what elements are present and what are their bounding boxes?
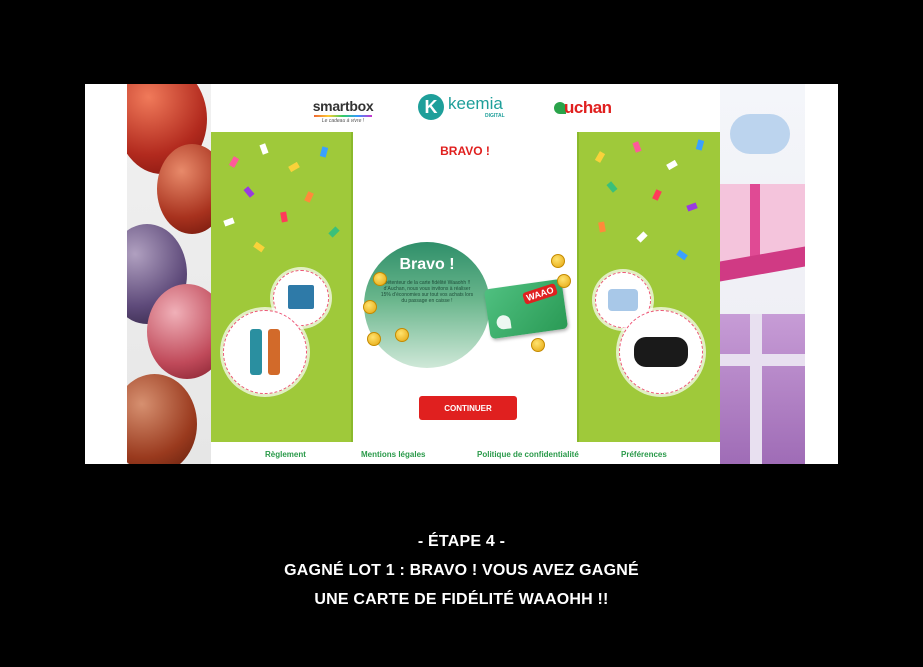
loyalty-card: WAAO: [483, 278, 569, 340]
footer-link-confidentialite[interactable]: Politique de confidentialité: [477, 450, 579, 459]
keemia-k-icon: K: [418, 94, 444, 120]
bravo-badge-title: Bravo !: [399, 256, 455, 273]
thermos-prize: [223, 310, 307, 394]
balloon-image: [127, 84, 211, 464]
coin-icon: [551, 254, 565, 268]
footer-link-mentions[interactable]: Mentions légales: [361, 450, 425, 459]
smartbox-name: smartbox: [312, 98, 374, 114]
site-footer: Règlement Mentions légales Politique de …: [211, 442, 720, 464]
site-header: smartbox Le cadeau à vivre ! K keemia DI…: [211, 84, 720, 133]
left-prize-panel: [211, 132, 351, 442]
coin-icon: [363, 300, 377, 314]
coin-icon: [557, 274, 571, 288]
keemia-sub: DIGITAL: [485, 113, 505, 119]
footer-link-preferences[interactable]: Préférences: [621, 450, 667, 459]
coin-icon: [531, 338, 545, 352]
coin-icon: [373, 272, 387, 286]
app-screen: smartbox Le cadeau à vivre ! K keemia DI…: [85, 84, 838, 464]
continue-button[interactable]: CONTINUER: [419, 396, 517, 420]
keemia-name: keemia: [448, 94, 503, 113]
bravo-badge: Bravo ! Détenteur de la carte fidélité W…: [364, 242, 490, 368]
step-caption-line1: - ÉTAPE 4 -: [417, 533, 506, 550]
auchan-logo[interactable]: uchan: [554, 98, 612, 118]
auchan-name: uchan: [564, 98, 612, 117]
coin-icon: [395, 328, 409, 342]
smartbox-logo[interactable]: smartbox Le cadeau à vivre !: [308, 98, 378, 124]
footer-link-reglement[interactable]: Règlement: [265, 450, 306, 459]
step-caption-line2: GAGNÉ LOT 1 : BRAVO ! VOUS AVEZ GAGNÉ: [284, 562, 639, 579]
coin-icon: [367, 332, 381, 346]
smartbox-tagline: Le cadeau à vivre !: [321, 118, 365, 124]
gift-box-image: [720, 84, 805, 464]
speaker-prize: [619, 310, 703, 394]
auchan-bird-icon: [495, 314, 512, 331]
step-caption-line3: UNE CARTE DE FIDÉLITÉ WAAOHH !!: [314, 591, 609, 608]
smartbox-rainbow-bar: [314, 115, 372, 117]
result-title: BRAVO !: [440, 144, 490, 158]
result-panel: BRAVO ! Bravo ! Détenteur de la carte fi…: [351, 132, 579, 442]
bravo-badge-text: Détenteur de la carte fidélité Waaohh !!…: [380, 280, 474, 304]
keemia-logo[interactable]: K keemia DIGITAL: [418, 94, 518, 124]
waaohh-logo: WAAO: [522, 282, 559, 305]
right-prize-panel: [579, 132, 720, 442]
